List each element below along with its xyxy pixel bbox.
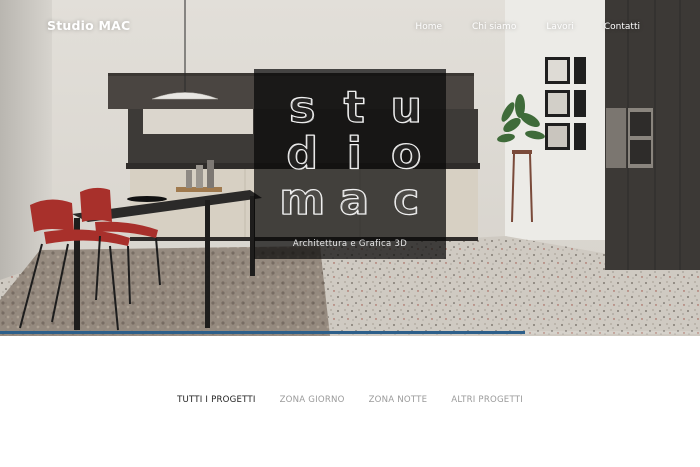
logo-letter-o: o <box>392 129 422 180</box>
filter-tab-zona-giorno[interactable]: ZONA GIORNO <box>280 395 345 405</box>
project-filter-tabs: TUTTI I PROGETTI ZONA GIORNO ZONA NOTTE … <box>0 395 700 405</box>
nav-link-lavori[interactable]: Lavori <box>546 22 574 32</box>
nav-link-contatti[interactable]: Contatti <box>604 22 640 32</box>
logo-letter-i: i <box>347 129 362 180</box>
logo-letter-c: c <box>394 175 420 226</box>
logo-letter-m: m <box>280 175 326 226</box>
logo-tagline: Architettura e Grafica 3D <box>292 239 408 249</box>
studio-logo-panel: ssttuuddiioommaacc Architettura e Grafic… <box>254 69 446 259</box>
filter-tab-zona-notte[interactable]: ZONA NOTTE <box>369 395 428 405</box>
hero-progress-bar <box>0 331 700 334</box>
nav-link-home[interactable]: Home <box>415 22 442 32</box>
main-nav: Home Chi siamo Lavori Contatti <box>385 22 640 32</box>
logo-letter-s: s <box>290 83 316 134</box>
studio-mac-logo: ss tt uudd ii oomm aa cc <box>279 81 423 226</box>
logo-letter-d: d <box>287 129 319 180</box>
brand-logo-text[interactable]: Studio MAC <box>47 18 130 33</box>
logo-letter-a: a <box>340 175 370 226</box>
hero-progress-fill <box>0 331 525 334</box>
filter-tab-altri-progetti[interactable]: ALTRI PROGETTI <box>451 395 523 405</box>
logo-letter-t: t <box>344 83 365 134</box>
filter-tab-tutti-i-progetti[interactable]: TUTTI I PROGETTI <box>177 395 256 405</box>
site-header: Studio MAC Home Chi siamo Lavori Contatt… <box>0 0 700 56</box>
nav-link-chi-siamo[interactable]: Chi siamo <box>472 22 516 32</box>
hero-banner: Studio MAC Home Chi siamo Lavori Contatt… <box>0 0 700 336</box>
logo-letter-u: u <box>391 83 422 134</box>
